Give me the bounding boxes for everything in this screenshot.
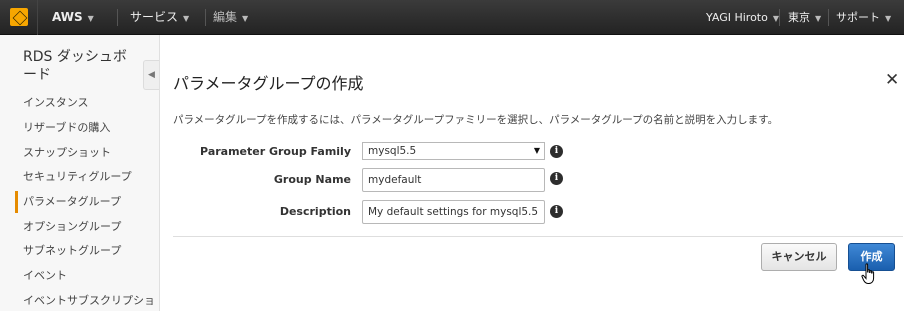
description-label: Description	[279, 205, 351, 218]
aws-cube-icon	[10, 8, 28, 26]
sidebar-collapse-button[interactable]: ◀	[143, 60, 159, 90]
nav-user-menu[interactable]: YAGI Hiroto ▼	[706, 0, 779, 35]
chevron-down-icon: ▼	[87, 14, 94, 23]
chevron-down-icon: ▼	[242, 14, 249, 23]
chevron-left-icon: ◀	[148, 70, 155, 80]
close-icon[interactable]: ✕	[885, 70, 899, 90]
nav-edit-menu[interactable]: 編集 ▼	[213, 0, 248, 35]
sidebar-item-event-subscriptions[interactable]: イベントサブスクリプショ	[23, 293, 155, 309]
nav-aws-label: AWS	[52, 10, 83, 24]
group-name-label: Group Name	[273, 173, 351, 186]
dialog-description: パラメータグループを作成するには、パラメータグループファミリーを選択し、パラメー…	[173, 114, 779, 126]
nav-services-menu[interactable]: サービス ▼	[130, 0, 189, 35]
sidebar-active-indicator	[15, 191, 18, 213]
nav-services-label: サービス	[130, 10, 179, 24]
sidebar-item-snapshots[interactable]: スナップショット	[23, 145, 111, 161]
nav-support-menu[interactable]: サポート ▼	[836, 0, 891, 35]
nav-separator	[828, 9, 829, 26]
chevron-down-icon: ▼	[815, 14, 822, 23]
chevron-down-icon: ▼	[885, 14, 892, 23]
sidebar-item-option-groups[interactable]: オプショングループ	[23, 219, 121, 235]
description-input[interactable]: My default settings for mysql5.5	[362, 200, 545, 224]
nav-edit-label: 編集	[213, 10, 238, 24]
sidebar-item-events[interactable]: イベント	[23, 268, 67, 284]
info-icon[interactable]: i	[550, 172, 563, 185]
parameter-group-family-value: mysql5.5	[368, 145, 417, 157]
sidebar-item-parameter-groups[interactable]: パラメータグループ	[23, 194, 121, 210]
parameter-group-family-label: Parameter Group Family	[200, 145, 351, 158]
sidebar-item-reserved-purchase[interactable]: リザーブドの購入	[23, 120, 110, 136]
nav-separator	[205, 9, 206, 26]
nav-separator	[117, 9, 118, 26]
nav-aws-menu[interactable]: AWS ▼	[52, 0, 94, 35]
sidebar-title[interactable]: RDS ダッシュボード	[23, 48, 138, 84]
chevron-down-icon: ▼	[183, 14, 190, 23]
sidebar-item-security-groups[interactable]: セキュリティグループ	[23, 169, 132, 185]
dropdown-arrow-icon: ▼	[533, 146, 540, 155]
dialog-divider	[173, 236, 903, 237]
hand-cursor-icon	[861, 263, 875, 284]
sidebar-item-subnet-groups[interactable]: サブネットグループ	[23, 243, 121, 259]
sidebar-item-instances[interactable]: インスタンス	[23, 95, 89, 111]
aws-logo[interactable]	[0, 0, 38, 35]
top-navigation-bar: AWS ▼ サービス ▼ 編集 ▼ YAGI Hiroto ▼ 東京 ▼ サポート ▼	[0, 0, 904, 35]
cancel-button[interactable]: キャンセル	[761, 243, 837, 271]
nav-separator	[779, 9, 780, 26]
info-icon[interactable]: i	[550, 205, 563, 218]
group-name-input[interactable]: mydefault	[362, 168, 545, 192]
nav-support-label: サポート	[836, 11, 880, 24]
nav-user-label: YAGI Hiroto	[706, 11, 768, 24]
nav-region-label: 東京	[788, 11, 810, 24]
parameter-group-family-select[interactable]: mysql5.5 ▼	[362, 142, 545, 160]
sidebar: RDS ダッシュボード インスタンス リザーブドの購入 スナップショット セキュ…	[0, 35, 160, 311]
nav-region-menu[interactable]: 東京 ▼	[788, 0, 821, 35]
dialog-title: パラメータグループの作成	[173, 74, 364, 93]
info-icon[interactable]: i	[550, 145, 563, 158]
